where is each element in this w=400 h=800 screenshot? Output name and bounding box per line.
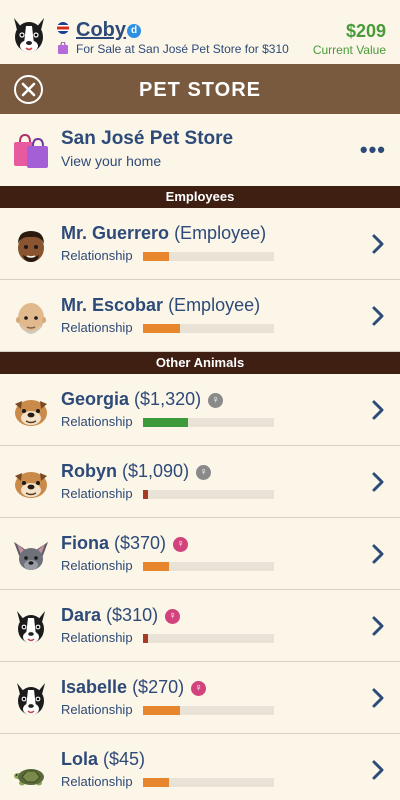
list-item-animal[interactable]: Isabelle ($270) ♀ Relationship xyxy=(0,662,400,734)
animal-name: Fiona ($370) ♀ xyxy=(61,532,189,554)
animal-name: Dara ($310) ♀ xyxy=(61,604,181,626)
relationship-bar-fill xyxy=(143,418,188,427)
relationship-label: Relationship xyxy=(61,702,133,717)
section-header-other-animals: Other Animals xyxy=(0,352,400,374)
list-item-animal[interactable]: Georgia ($1,320) ♀ Relationship xyxy=(0,374,400,446)
gender-female-icon: ♀ xyxy=(208,393,224,408)
shopping-bag-icon xyxy=(58,42,68,54)
animal-name: Georgia ($1,320) ♀ xyxy=(61,388,224,410)
bulldog-icon xyxy=(15,472,47,498)
gender-female-icon: ♀ xyxy=(165,609,181,624)
relationship-label: Relationship xyxy=(61,486,133,501)
list-item-animal[interactable]: Lola ($45) Relationship xyxy=(0,734,400,800)
relationship-bar-fill xyxy=(143,778,170,787)
relationship-bar-fill xyxy=(143,490,149,499)
bat-eared-dog-icon xyxy=(14,542,48,570)
relationship-label: Relationship xyxy=(61,248,133,263)
pet-name-link[interactable]: Coby xyxy=(76,18,126,42)
relationship-bar xyxy=(143,490,274,499)
chevron-right-icon xyxy=(372,760,384,780)
man-bald-avatar-icon xyxy=(16,303,46,334)
turtle-icon xyxy=(14,769,44,786)
title-bar: PET STORE xyxy=(0,64,400,114)
store-name: San José Pet Store xyxy=(61,128,234,149)
relationship-label: Relationship xyxy=(61,630,133,645)
chevron-right-icon xyxy=(372,688,384,708)
list-item-animal[interactable]: Dara ($310) ♀ Relationship xyxy=(0,590,400,662)
list-item-employee[interactable]: Mr. Escobar (Employee) Relationship xyxy=(0,280,400,352)
relationship-label: Relationship xyxy=(61,558,133,573)
relationship-label: Relationship xyxy=(61,774,133,789)
relationship-label: Relationship xyxy=(61,320,133,335)
relationship-bar xyxy=(143,418,274,427)
chevron-right-icon xyxy=(372,472,384,492)
sale-status-text: For Sale at San José Pet Store for $310 xyxy=(76,42,289,56)
list-item-animal[interactable]: Robyn ($1,090) ♀ Relationship xyxy=(0,446,400,518)
chevron-right-icon xyxy=(372,400,384,420)
bulldog-icon xyxy=(15,400,47,426)
boston-terrier-avatar-icon[interactable] xyxy=(8,14,50,56)
list-item-employee[interactable]: Mr. Guerrero (Employee) Relationship xyxy=(0,208,400,280)
verified-badge-icon: d xyxy=(127,24,141,38)
store-home-row[interactable]: San José Pet Store View your home ••• xyxy=(0,114,400,186)
gender-female-icon: ♀ xyxy=(196,465,212,480)
page-title: PET STORE xyxy=(139,79,261,101)
costa-rica-flag-icon xyxy=(57,22,69,34)
employee-name: Mr. Escobar (Employee) xyxy=(61,295,261,315)
current-value-amount: $209 xyxy=(345,21,386,41)
chevron-right-icon xyxy=(372,234,384,254)
relationship-bar xyxy=(143,324,274,333)
gender-female-icon: ♀ xyxy=(173,537,189,552)
animal-name: Robyn ($1,090) ♀ xyxy=(61,460,212,482)
current-value-label: Current Value xyxy=(312,43,386,57)
list-item-animal[interactable]: Fiona ($370) ♀ Relationship xyxy=(0,518,400,590)
shopping-bags-icon xyxy=(14,133,48,168)
relationship-bar-fill xyxy=(143,562,170,571)
relationship-label: Relationship xyxy=(61,414,133,429)
relationship-bar xyxy=(143,634,274,643)
employee-name: Mr. Guerrero (Employee) xyxy=(61,223,267,243)
relationship-bar-fill xyxy=(143,706,180,715)
boston-terrier-icon xyxy=(17,683,45,715)
relationship-bar xyxy=(143,562,274,571)
relationship-bar-fill xyxy=(143,252,170,261)
animal-name: Lola ($45) xyxy=(61,749,146,769)
relationship-bar-fill xyxy=(143,324,180,333)
man-dark-avatar-icon xyxy=(18,231,44,262)
relationship-bar xyxy=(143,706,274,715)
gender-female-icon: ♀ xyxy=(191,681,207,696)
more-options-button[interactable]: ••• xyxy=(360,139,386,161)
animal-name: Isabelle ($270) ♀ xyxy=(61,676,207,698)
chevron-right-icon xyxy=(372,306,384,326)
relationship-bar-fill xyxy=(143,634,149,643)
store-subtitle: View your home xyxy=(61,153,162,169)
chevron-right-icon xyxy=(372,616,384,636)
relationship-bar xyxy=(143,778,274,787)
relationship-bar xyxy=(143,252,274,261)
boston-terrier-icon xyxy=(17,611,45,643)
chevron-right-icon xyxy=(372,544,384,564)
section-header-employees: Employees xyxy=(0,186,400,208)
pet-header: Coby d For Sale at San José Pet Store fo… xyxy=(0,0,400,64)
